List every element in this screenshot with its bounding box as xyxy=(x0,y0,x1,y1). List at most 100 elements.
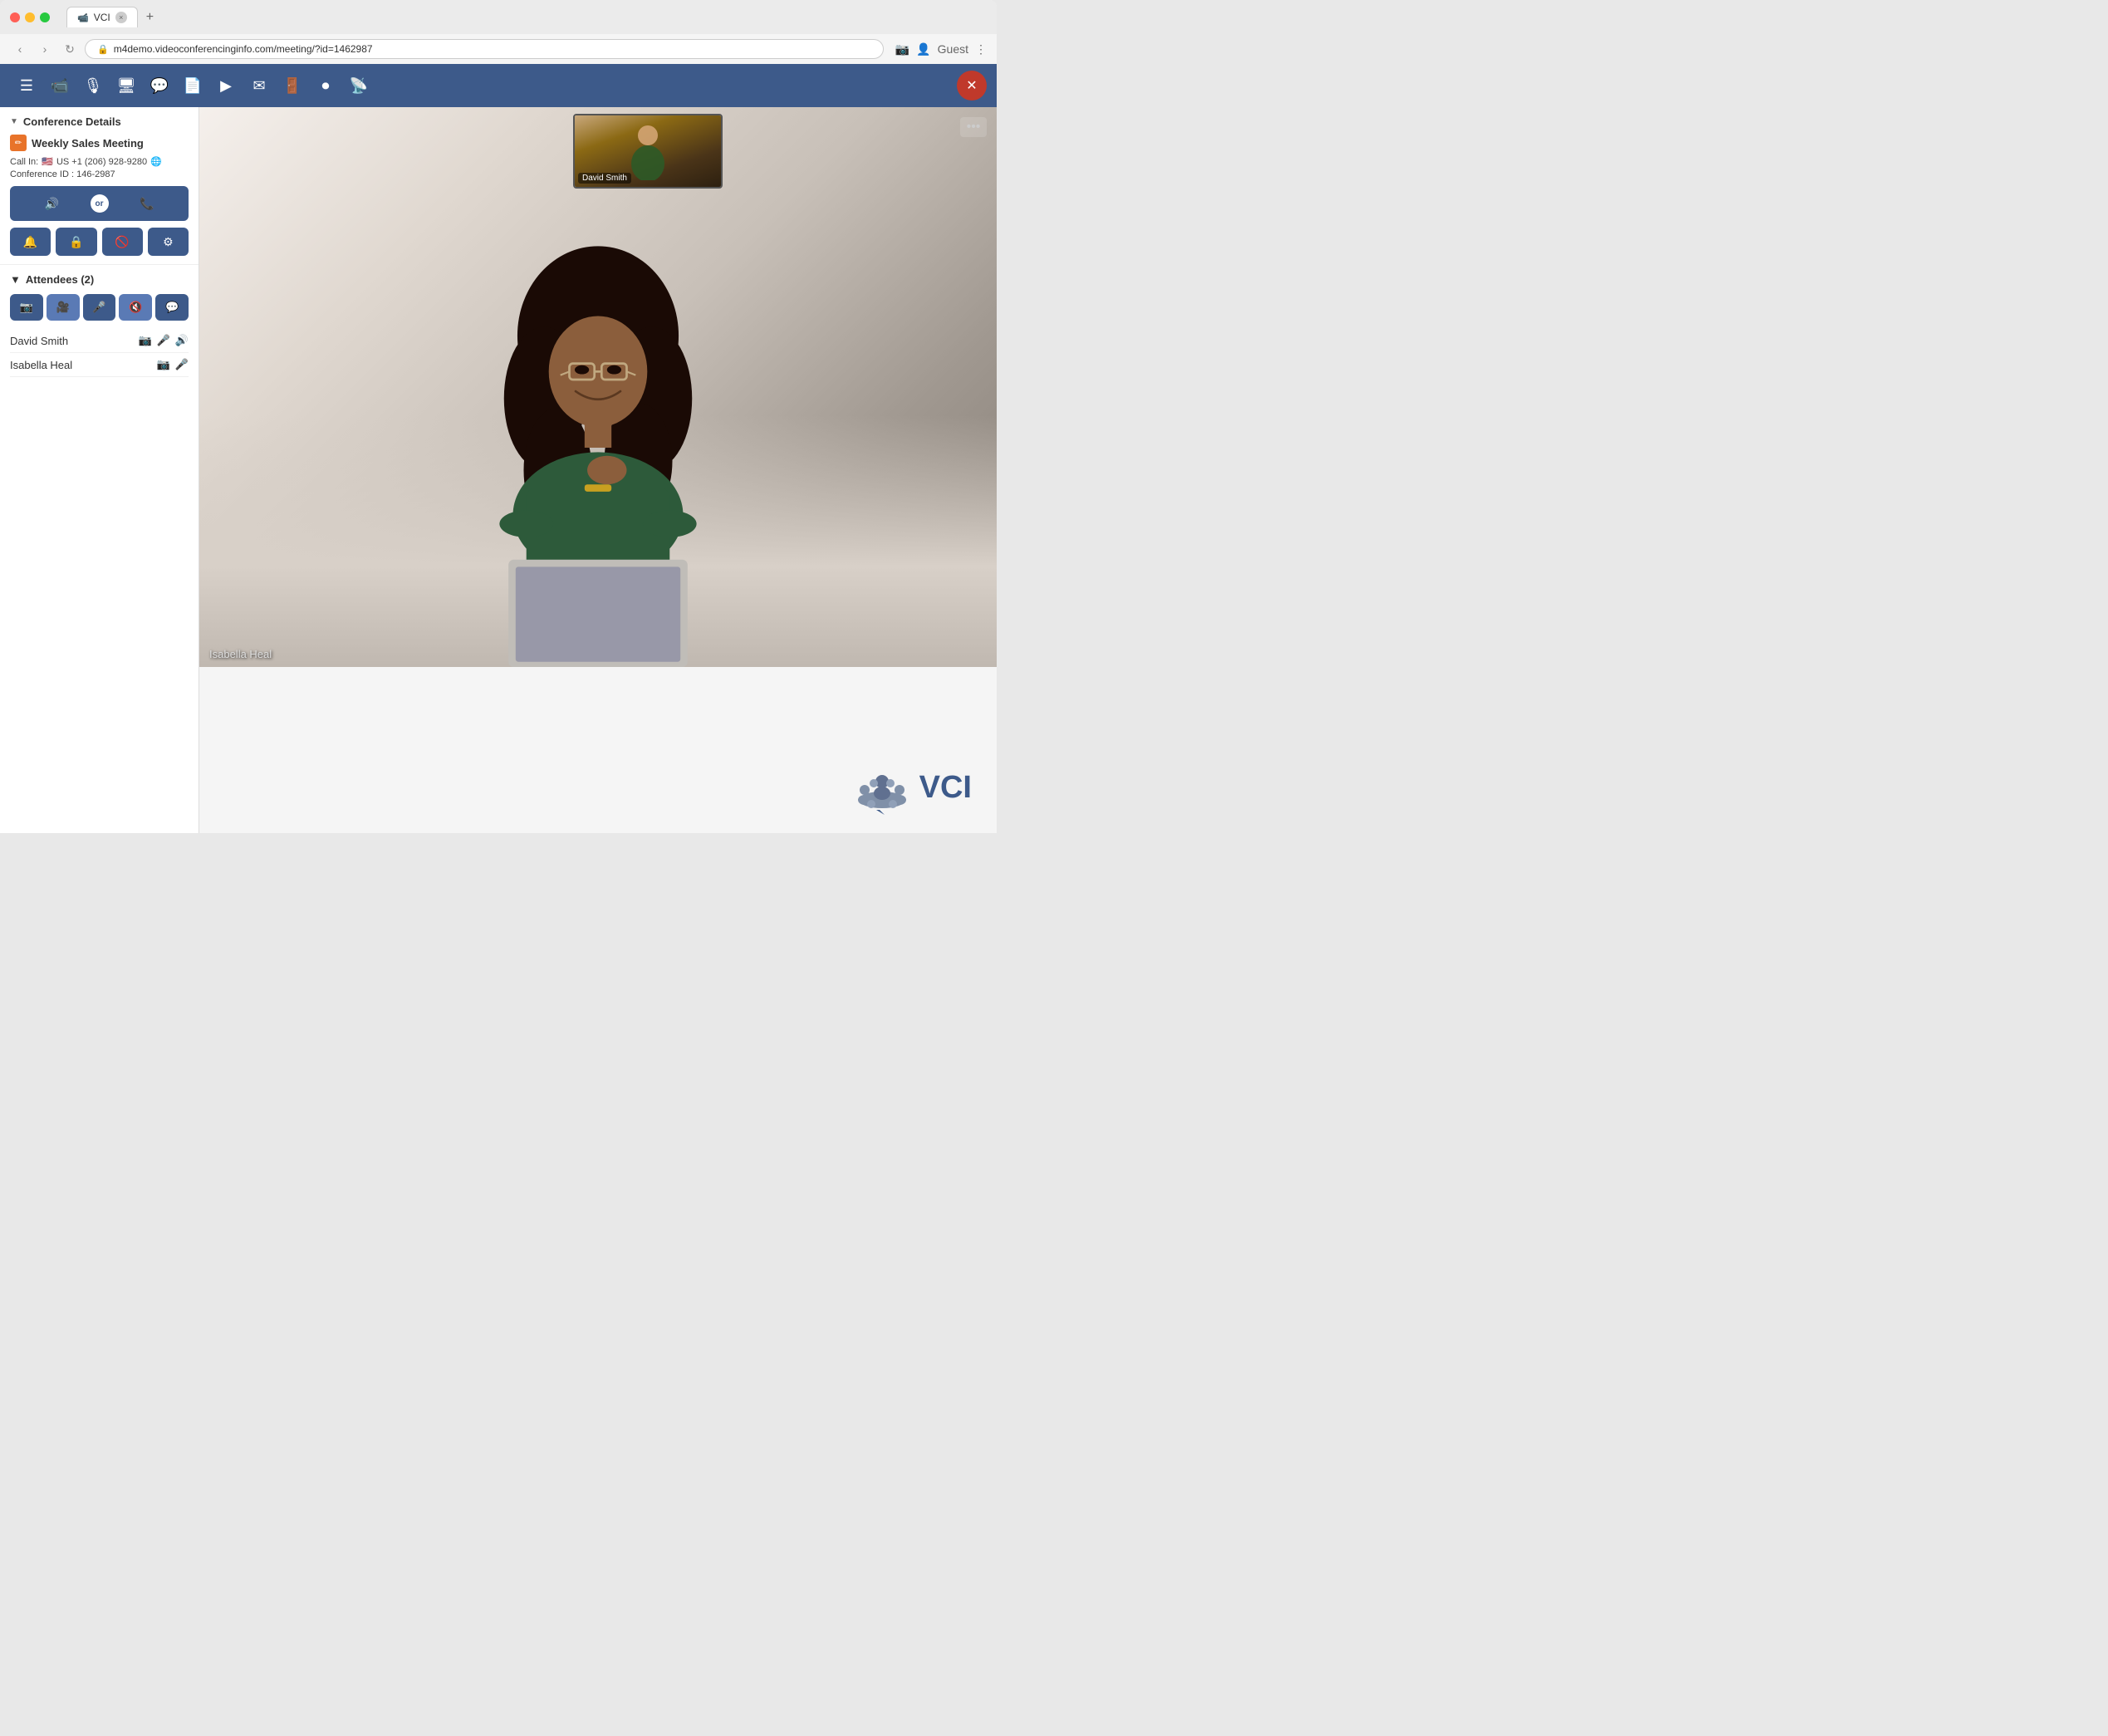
back-btn[interactable]: ‹ xyxy=(10,39,30,59)
attendee-name-isabella-heal: Isabella Heal xyxy=(10,359,150,371)
video-more-options-btn[interactable]: ••• xyxy=(960,117,987,137)
mail-btn[interactable]: ✉ xyxy=(243,69,276,102)
menu-btn[interactable]: ☰ xyxy=(10,69,43,102)
url-text: m4demo.videoconferencinginfo.com/meeting… xyxy=(114,43,373,55)
tab-close-btn[interactable]: × xyxy=(115,12,127,23)
browser-actions: 📷 👤 Guest ⋮ xyxy=(895,42,987,56)
address-bar[interactable]: 🔒 m4demo.videoconferencinginfo.com/meeti… xyxy=(85,39,884,59)
attendee-icons-david-smith: 📷 🎤 🔊 xyxy=(138,334,189,347)
attendee-icons-isabella-heal: 📷 🎤 xyxy=(157,358,189,371)
attendees-label: Attendees (2) xyxy=(26,273,94,286)
refresh-btn[interactable]: ↻ xyxy=(60,39,80,59)
mic-off-icon: 🔇 xyxy=(129,301,142,314)
maximize-window-btn[interactable] xyxy=(40,12,50,22)
attendees-section: ▼ Attendees (2) 📷 🎥 🎤 🔇 xyxy=(0,265,199,833)
david-speaker-icon: 🔊 xyxy=(175,334,189,347)
all-video-off-btn[interactable]: 🎥 xyxy=(47,294,80,321)
doc-icon: 📄 xyxy=(184,77,202,95)
lock-btn[interactable]: 🔒 xyxy=(56,228,96,256)
conference-section-label: Conference Details xyxy=(23,115,121,128)
close-window-btn[interactable] xyxy=(10,12,20,22)
vci-meeting-icon xyxy=(853,758,911,817)
main-video-isabella-heal: Isabella Heal xyxy=(199,107,997,667)
camera-icon: 📹 xyxy=(51,77,69,95)
block-btn[interactable]: 🚫 xyxy=(102,228,143,256)
participant-icon: 🚪 xyxy=(283,77,301,95)
record-icon: ⏺ xyxy=(322,77,330,95)
call-in-label: Call In: xyxy=(10,157,38,167)
all-mic-btn[interactable]: 🎤 xyxy=(83,294,116,321)
mic-icon: 🎙 xyxy=(84,77,103,95)
participant-btn[interactable]: 🚪 xyxy=(276,69,309,102)
lock-icon: 🔒 xyxy=(69,235,83,249)
all-mic-icon: 🎤 xyxy=(92,301,105,314)
bell-icon: 🔔 xyxy=(23,235,37,249)
browser-titlebar: 📹 VCI × + xyxy=(0,0,997,34)
tab-favicon: 📹 xyxy=(77,12,89,23)
new-tab-btn[interactable]: + xyxy=(141,10,159,25)
menu-icon: ☰ xyxy=(20,77,33,95)
mic-btn[interactable]: 🎙 xyxy=(76,69,110,102)
vci-logo: VCI xyxy=(853,758,972,817)
vci-brand-text: VCI xyxy=(919,770,972,806)
tab-label: VCI xyxy=(94,12,110,23)
attendees-chevron-icon: ▼ xyxy=(10,273,21,286)
speaker-icon: 🔊 xyxy=(45,197,59,211)
all-video-btn[interactable]: 📷 xyxy=(10,294,43,321)
window-controls xyxy=(10,12,50,22)
speaker-btn[interactable]: 🔊 xyxy=(17,191,87,216)
david-mic-icon: 🎤 xyxy=(157,334,170,347)
close-meeting-btn[interactable]: ✕ xyxy=(957,71,987,101)
broadcast-btn[interactable]: 📡 xyxy=(342,69,375,102)
minimize-window-btn[interactable] xyxy=(25,12,35,22)
tab-bar: 📹 VCI × + xyxy=(66,7,987,27)
screen-share-btn[interactable]: 🖥 xyxy=(110,69,143,102)
edit-icon[interactable]: ✏ xyxy=(10,135,27,151)
thumbnail-participant-label: David Smith xyxy=(578,173,631,184)
main-video-label: Isabella Heal xyxy=(209,648,272,660)
settings-btn[interactable]: ⚙ xyxy=(148,228,189,256)
conference-title: Weekly Sales Meeting xyxy=(32,137,144,150)
isabella-video-icon: 📷 xyxy=(157,358,170,371)
conference-id: Conference ID : 146-2987 xyxy=(10,169,189,179)
block-icon: 🚫 xyxy=(115,235,129,249)
screen-icon: 🖥 xyxy=(117,77,136,95)
all-chat-btn[interactable]: 💬 xyxy=(155,294,189,321)
bell-btn[interactable]: 🔔 xyxy=(10,228,51,256)
camera-btn[interactable]: 📹 xyxy=(43,69,76,102)
attendee-name-david-smith: David Smith xyxy=(10,335,131,347)
guest-label: Guest xyxy=(938,42,968,56)
account-icon[interactable]: 👤 xyxy=(916,42,930,56)
lower-video-panel: VCI xyxy=(199,667,997,833)
browser-menu-btn[interactable]: ⋮ xyxy=(975,42,987,56)
active-tab[interactable]: 📹 VCI × xyxy=(66,7,138,27)
all-video-icon: 📷 xyxy=(20,301,33,314)
phone-icon: 📞 xyxy=(140,197,154,211)
camera-permission-icon[interactable]: 📷 xyxy=(895,42,909,56)
doc-btn[interactable]: 📄 xyxy=(176,69,209,102)
all-chat-icon: 💬 xyxy=(165,301,179,314)
video-area: David Smith ••• xyxy=(199,107,997,833)
attendees-header[interactable]: ▼ Attendees (2) xyxy=(10,273,189,286)
globe-icon: 🌐 xyxy=(150,156,162,167)
conference-details-header[interactable]: ▼ Conference Details xyxy=(10,115,189,128)
phone-btn[interactable]: 📞 xyxy=(112,191,183,216)
main-content: ▼ Conference Details ✏ Weekly Sales Meet… xyxy=(0,107,997,833)
play-btn[interactable]: ▶ xyxy=(209,69,243,102)
attendee-row-isabella-heal: Isabella Heal 📷 🎤 xyxy=(10,353,189,377)
conference-details-section: ▼ Conference Details ✏ Weekly Sales Meet… xyxy=(0,107,199,265)
video-thumbnail-david-smith[interactable]: David Smith xyxy=(573,114,723,189)
record-btn[interactable]: ⏺ xyxy=(309,69,342,102)
david-video-icon: 📷 xyxy=(138,334,151,347)
isabella-mic-icon: 🎤 xyxy=(175,358,189,371)
mail-icon: ✉ xyxy=(252,77,265,95)
chevron-down-icon: ▼ xyxy=(10,117,18,126)
chat-btn[interactable]: 💬 xyxy=(143,69,176,102)
forward-btn[interactable]: › xyxy=(35,39,55,59)
flag-icon: 🇺🇸 xyxy=(42,156,53,167)
audio-or-divider: or xyxy=(91,194,109,213)
all-mic-off-btn[interactable]: 🔇 xyxy=(119,294,152,321)
more-options-icon: ••• xyxy=(967,120,981,135)
conference-title-row: ✏ Weekly Sales Meeting xyxy=(10,135,189,151)
secure-icon: 🔒 xyxy=(97,44,109,55)
